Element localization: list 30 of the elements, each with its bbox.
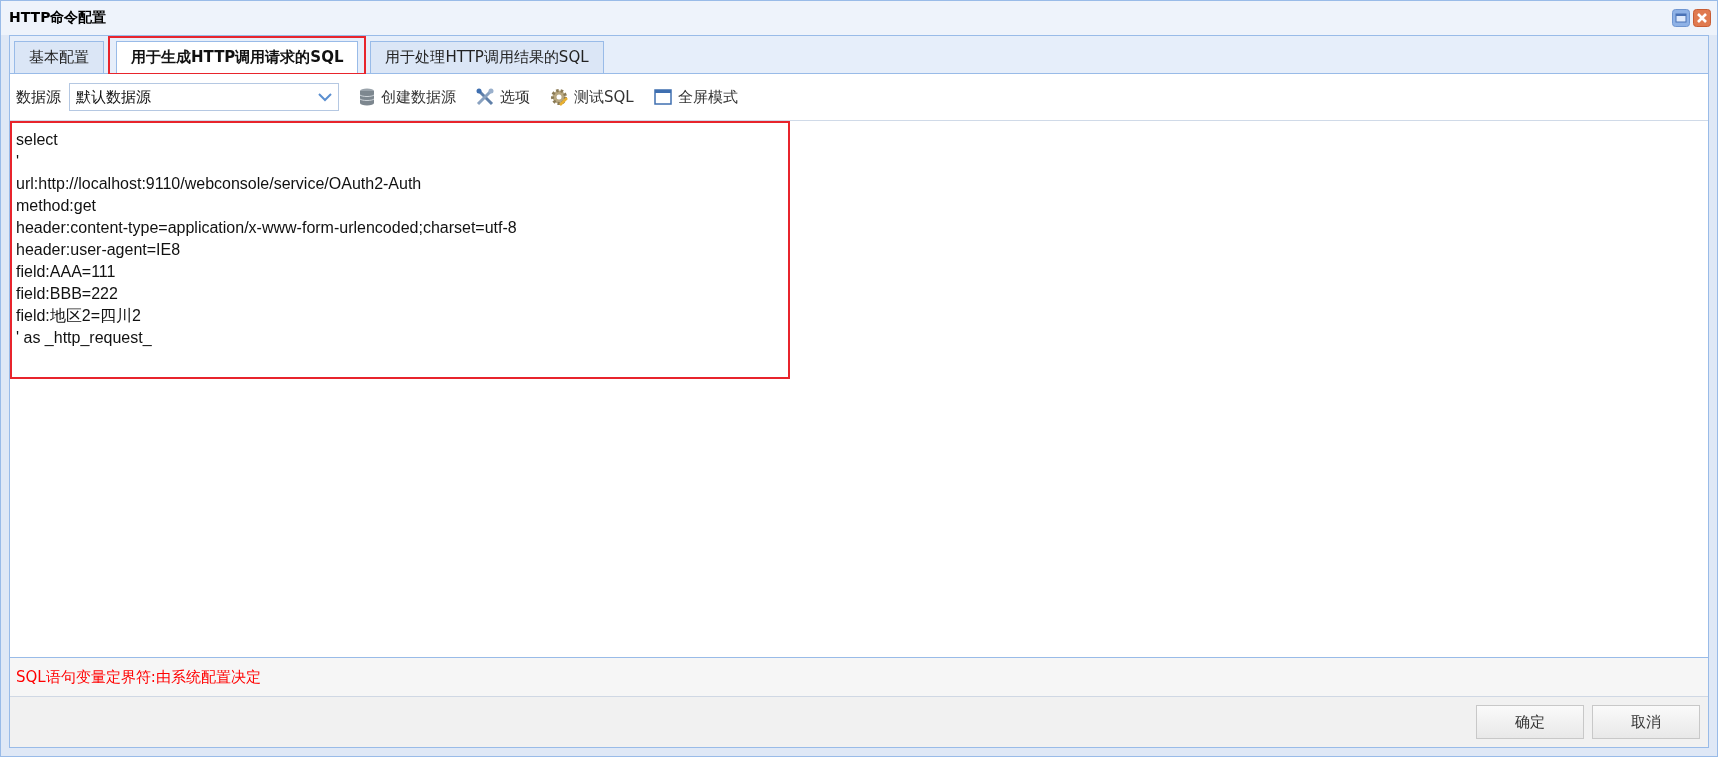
code-line: ' as _http_request_ (16, 328, 153, 348)
code-line: field:地区2=四川2 (16, 306, 142, 326)
toolbar-button[interactable]: 测试SQL (544, 87, 640, 107)
toolbar-button[interactable]: 全屏模式 (647, 87, 744, 107)
code-line: url:http://localhost:9110/webconsole/service/OAuth2-Auth (16, 174, 423, 194)
hint-text: SQL语句变量定界符:由系统配置决定 (16, 667, 261, 687)
code-line: select (16, 130, 59, 150)
tab[interactable]: 用于生成HTTP调用请求的SQL (116, 41, 359, 73)
code-line: field:AAA=111 (16, 262, 117, 282)
maximize-icon[interactable] (1672, 9, 1690, 27)
dialog-button[interactable]: 取消 (1592, 705, 1700, 739)
tools-icon (476, 88, 494, 106)
datasource-label: 数据源 (16, 87, 61, 107)
close-icon[interactable] (1693, 9, 1711, 27)
code-line: header:user-agent=IE8 (16, 240, 182, 260)
window-title: HTTP命令配置 (9, 9, 107, 27)
dialog-button[interactable]: 确定 (1476, 705, 1584, 739)
code-line: ' (16, 152, 21, 172)
toolbar-button[interactable]: 选项 (470, 87, 536, 107)
code-line: field:BBB=222 (16, 284, 119, 304)
window-icon (653, 89, 672, 105)
database-icon (359, 88, 375, 106)
code-line: method:get (16, 196, 98, 216)
gear-icon (550, 88, 568, 106)
toolbar-button[interactable]: 创建数据源 (353, 87, 462, 107)
tab[interactable]: 基本配置 (14, 41, 104, 73)
code-line: header:content-type=application/x-www-form-urlencoded;charset=utf-8 (16, 218, 518, 238)
datasource-dropdown[interactable]: 默认数据源 (69, 83, 339, 111)
caret-icon (318, 92, 332, 102)
tab[interactable]: 用于处理HTTP调用结果的SQL (370, 41, 604, 73)
